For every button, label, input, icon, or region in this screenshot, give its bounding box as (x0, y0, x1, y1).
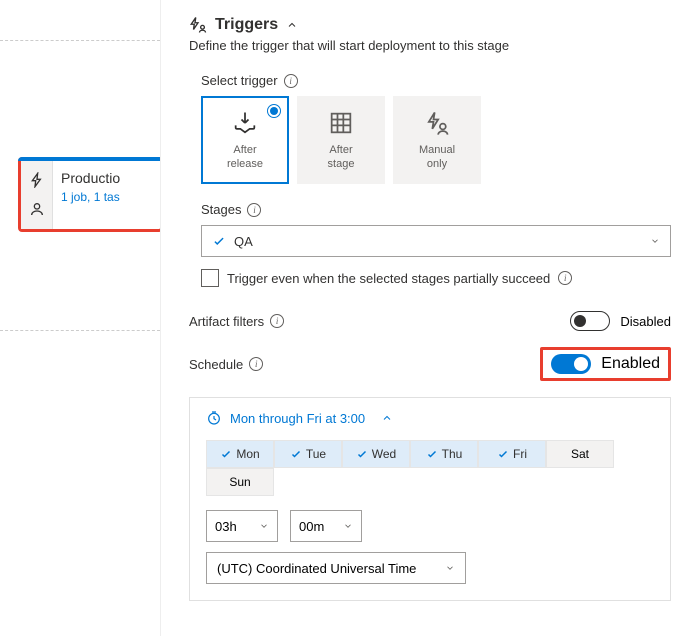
lightning-person-icon (189, 16, 207, 34)
panel-title: Triggers (215, 16, 278, 34)
day-sun[interactable]: Sun (206, 468, 274, 496)
chevron-down-icon (343, 521, 353, 531)
trigger-tiles: After release After stage Manual only (201, 96, 671, 184)
timezone-select[interactable]: (UTC) Coordinated Universal Time (206, 552, 466, 584)
info-icon[interactable]: i (284, 74, 298, 88)
partial-success-row: Trigger even when the selected stages pa… (201, 269, 671, 287)
partial-success-label: Trigger even when the selected stages pa… (227, 271, 550, 286)
info-icon[interactable]: i (247, 203, 261, 217)
stages-dropdown[interactable]: QA (201, 225, 671, 257)
artifact-filters-row: Artifact filters i Disabled (189, 311, 671, 331)
day-thu[interactable]: Thu (410, 440, 478, 468)
schedule-summary: Mon through Fri at 3:00 (230, 411, 365, 426)
trigger-tile-after-release[interactable]: After release (201, 96, 289, 184)
artifact-filters-state: Disabled (620, 314, 671, 329)
partial-success-checkbox[interactable] (201, 269, 219, 287)
schedule-summary-row[interactable]: Mon through Fri at 3:00 (206, 410, 654, 426)
schedule-toggle-highlight: Enabled (540, 347, 671, 381)
schedule-toggle[interactable] (551, 354, 591, 374)
schedule-row: Schedule i Enabled (189, 347, 671, 381)
triggers-panel: Triggers Define the trigger that will st… (160, 0, 699, 636)
day-mon[interactable]: Mon (206, 440, 274, 468)
stage-meta: 1 job, 1 tas (61, 190, 120, 204)
info-icon[interactable]: i (558, 271, 572, 285)
day-wed[interactable]: Wed (342, 440, 410, 468)
chevron-up-icon (381, 412, 393, 424)
day-sat[interactable]: Sat (546, 440, 614, 468)
artifact-filters-label: Artifact filters (189, 314, 264, 329)
hour-select[interactable]: 03h (206, 510, 278, 542)
stages-value: QA (234, 234, 253, 249)
schedule-editor: Mon through Fri at 3:00 Mon Tue Wed Thu … (189, 397, 671, 601)
trigger-tile-manual-only[interactable]: Manual only (393, 96, 481, 184)
connector-line (0, 40, 160, 41)
download-package-icon (231, 109, 259, 137)
lightning-person-icon (423, 109, 451, 137)
artifact-filters-toggle[interactable] (570, 311, 610, 331)
panel-description: Define the trigger that will start deplo… (189, 38, 671, 53)
panel-header[interactable]: Triggers (189, 16, 671, 34)
time-picker-row: 03h 00m (206, 510, 654, 542)
checkmark-icon (212, 234, 226, 248)
clock-icon (206, 410, 222, 426)
person-icon (29, 201, 45, 217)
stage-info[interactable]: Productio 1 job, 1 tas (53, 160, 128, 229)
chevron-down-icon (259, 521, 269, 531)
days-picker: Mon Tue Wed Thu Fri Sat Sun (206, 440, 654, 496)
trigger-tile-after-stage[interactable]: After stage (297, 96, 385, 184)
stages-label: Stages i (201, 202, 671, 217)
select-trigger-label: Select trigger i (201, 73, 671, 88)
stage-pre-conditions[interactable] (21, 160, 53, 229)
connector-line (0, 330, 160, 331)
chevron-down-icon (445, 563, 455, 573)
stage-card-production[interactable]: Productio 1 job, 1 tas (18, 157, 163, 232)
day-fri[interactable]: Fri (478, 440, 546, 468)
stage-list-icon (327, 109, 355, 137)
chevron-down-icon (650, 236, 660, 246)
chevron-up-icon (286, 19, 298, 31)
info-icon[interactable]: i (249, 357, 263, 371)
day-tue[interactable]: Tue (274, 440, 342, 468)
lightning-icon (29, 172, 45, 188)
info-icon[interactable]: i (270, 314, 284, 328)
pipeline-canvas: Productio 1 job, 1 tas (0, 0, 160, 636)
radio-selected-icon (267, 104, 281, 118)
schedule-label: Schedule (189, 357, 243, 372)
minute-select[interactable]: 00m (290, 510, 362, 542)
schedule-state: Enabled (601, 355, 660, 373)
stage-name: Productio (61, 170, 120, 186)
